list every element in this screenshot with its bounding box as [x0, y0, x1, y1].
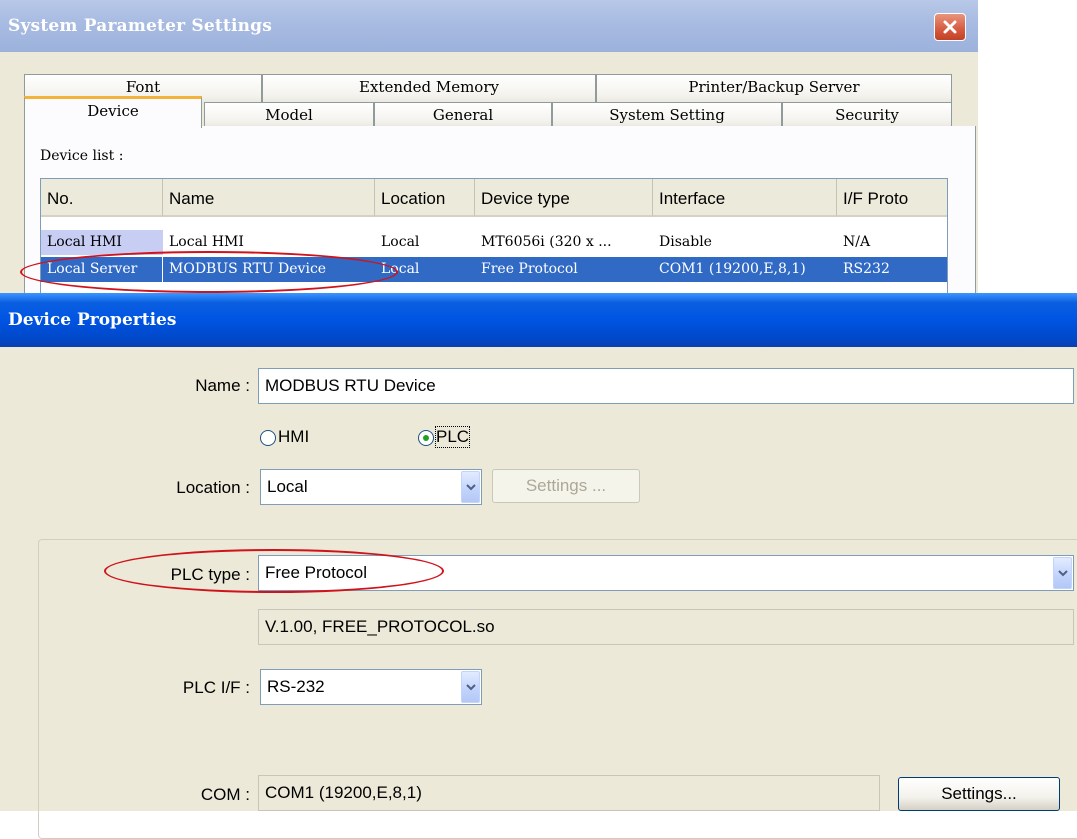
tab-general[interactable]: General [374, 102, 552, 128]
location-label: Location : [176, 478, 250, 497]
close-button[interactable] [934, 13, 966, 41]
name-label: Name : [195, 376, 250, 395]
plc-version-text: V.1.00, FREE_PROTOCOL.so [258, 609, 1074, 645]
tab-label: Printer/Backup Server [688, 78, 860, 96]
chevron-down-icon [465, 484, 476, 491]
close-icon [943, 20, 957, 34]
chevron-down-icon [465, 684, 476, 691]
tab-label: Extended Memory [359, 78, 499, 96]
column-header-interface[interactable]: Interface [653, 179, 837, 217]
plc-type-label: PLC type : [170, 565, 250, 584]
plc-type-dropdown-button[interactable] [1053, 557, 1072, 589]
column-header-if-protocol[interactable]: I/F Proto [837, 179, 947, 217]
cell-interface: COM1 (19200,E,8,1) [653, 257, 837, 282]
column-header-name[interactable]: Name [163, 179, 375, 217]
device-list-table[interactable]: No. Name Location Device type Interface … [40, 178, 948, 295]
cell-protocol: N/A [843, 234, 871, 250]
name-input[interactable]: MODBUS RTU Device [258, 368, 1074, 404]
plc-if-value: RS-232 [267, 677, 325, 696]
tab-model[interactable]: Model [204, 102, 374, 128]
tab-label: Model [265, 106, 313, 124]
cell-interface: Disable [659, 234, 712, 250]
tab-system-setting[interactable]: System Setting [552, 102, 782, 128]
radio-hmi[interactable] [260, 430, 276, 446]
location-value: Local [267, 477, 308, 496]
tab-label: System Setting [609, 106, 725, 124]
cell-protocol: RS232 [837, 257, 947, 282]
cell-no: Local Server [41, 257, 163, 282]
chevron-down-icon [1057, 570, 1068, 577]
window-title: Device Properties [8, 310, 177, 330]
title-bar: Device Properties [0, 293, 1077, 347]
location-select[interactable]: Local [260, 469, 482, 505]
tab-device[interactable]: Device [24, 96, 202, 128]
tab-printer-backup-server[interactable]: Printer/Backup Server [596, 74, 952, 104]
window-title: System Parameter Settings [8, 16, 273, 36]
tab-label: Device [87, 102, 139, 120]
cell-name: MODBUS RTU Device [163, 257, 375, 282]
radio-selected-dot [423, 435, 429, 441]
plc-if-dropdown-button[interactable] [461, 671, 480, 703]
device-properties-window: Device Properties Name : MODBUS RTU Devi… [0, 293, 1077, 839]
cell-name: Local HMI [169, 234, 244, 250]
cell-location: Local [381, 234, 420, 250]
tab-label: Font [125, 78, 161, 96]
location-settings-button[interactable]: Settings ... [492, 469, 640, 503]
radio-plc[interactable] [418, 430, 434, 446]
plc-if-select[interactable]: RS-232 [260, 669, 482, 705]
title-bar: System Parameter Settings [0, 0, 978, 52]
system-parameter-settings-window: System Parameter Settings Font Extended … [0, 0, 978, 295]
column-header-no[interactable]: No. [41, 179, 163, 217]
tab-extended-memory[interactable]: Extended Memory [262, 74, 596, 104]
tab-label: Security [835, 106, 899, 124]
com-settings-button[interactable]: Settings... [898, 777, 1060, 811]
tab-label: General [432, 106, 494, 124]
tab-security[interactable]: Security [782, 102, 952, 128]
plc-if-label: PLC I/F : [182, 678, 250, 697]
com-label: COM : [200, 785, 250, 804]
com-value: COM1 (19200,E,8,1) [258, 775, 880, 811]
column-header-device-type[interactable]: Device type [475, 179, 653, 217]
cell-location: Local [375, 257, 475, 282]
plc-type-value: Free Protocol [265, 563, 368, 582]
device-list-label: Device list : [40, 148, 124, 164]
plc-type-select[interactable]: Free Protocol [258, 555, 1074, 591]
cell-no: Local HMI [41, 230, 163, 255]
cell-device-type: Free Protocol [475, 257, 653, 282]
column-header-location[interactable]: Location [375, 179, 475, 217]
location-dropdown-button[interactable] [461, 471, 480, 503]
cell-device-type: MT6056i (320 x ... [481, 234, 612, 250]
radio-hmi-label: HMI [278, 427, 310, 446]
radio-plc-label: PLC [434, 426, 471, 448]
